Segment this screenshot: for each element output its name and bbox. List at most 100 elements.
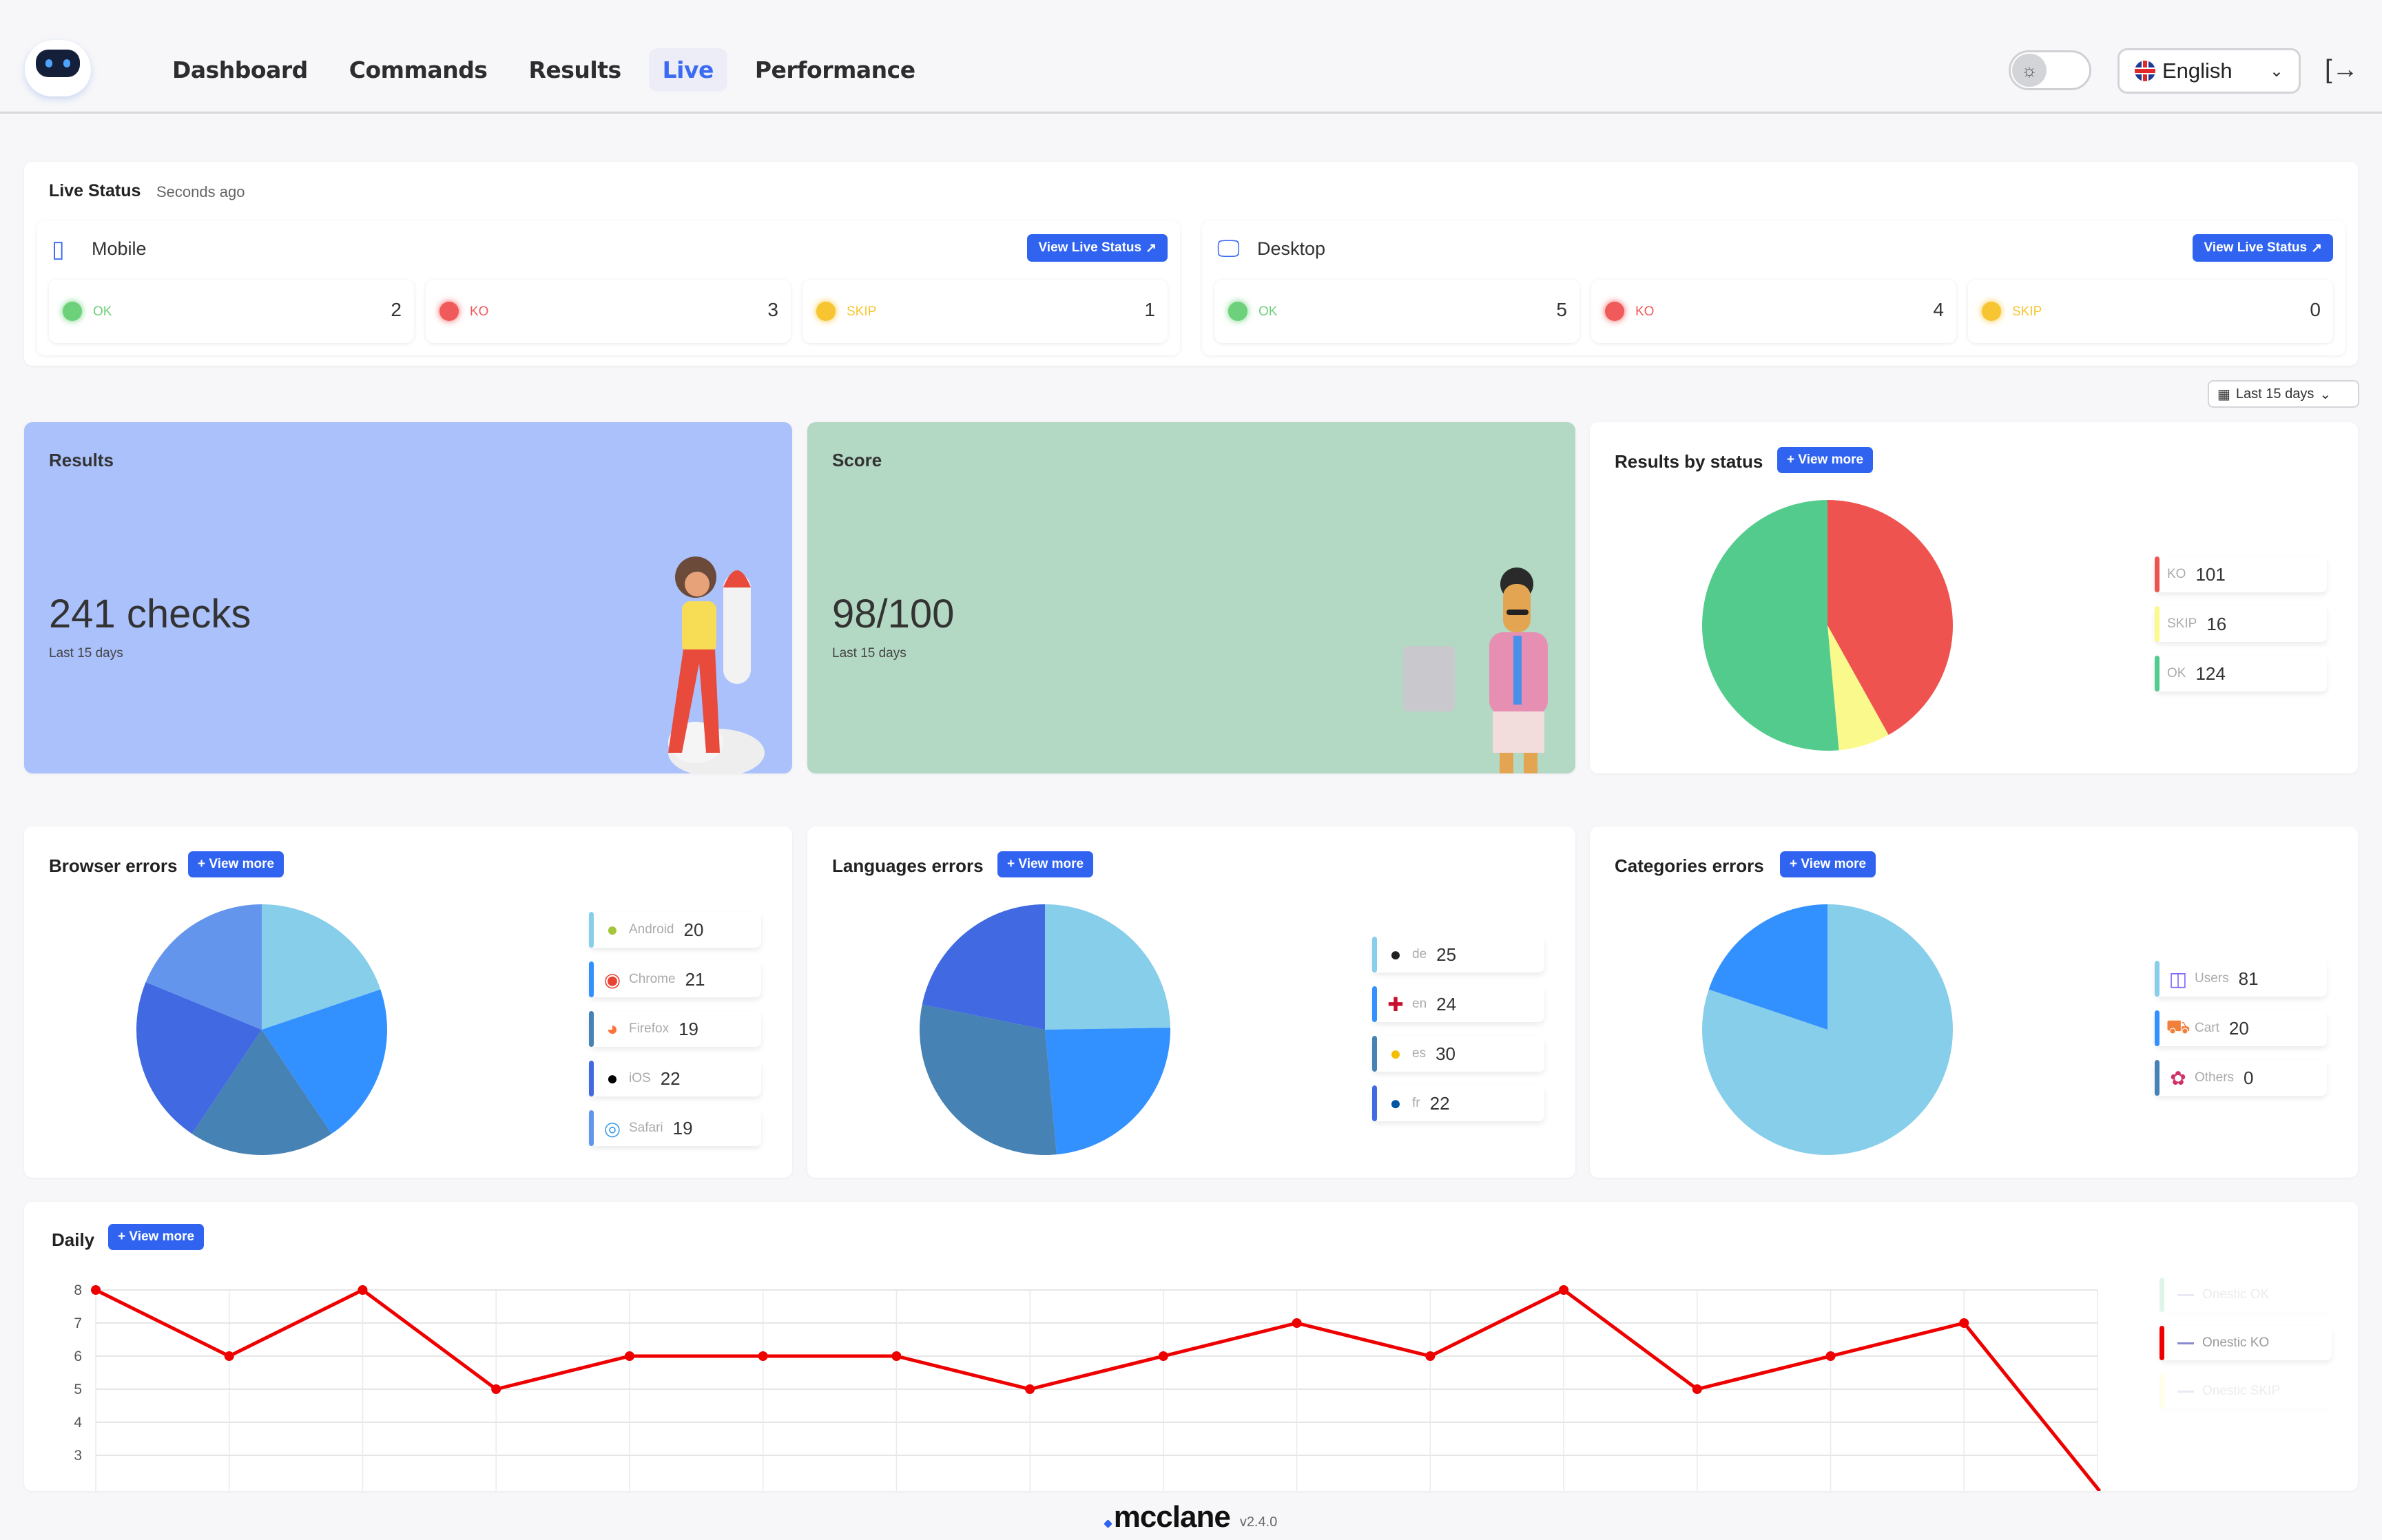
legend-color-bar [589, 1110, 594, 1146]
data-point[interactable] [224, 1351, 234, 1361]
date-range-label: Last 15 days [2235, 386, 2314, 402]
data-point[interactable] [91, 1285, 101, 1295]
status-dot-ko [1605, 302, 1624, 321]
view-live-status-button[interactable]: View Live Status ↗ [2193, 234, 2333, 262]
legend-item-ios[interactable]: ● iOS 22 [589, 1061, 761, 1096]
nav-commands[interactable]: Commands [335, 48, 501, 92]
legend-label: KO [2167, 567, 2186, 581]
data-point[interactable] [491, 1384, 501, 1394]
data-point[interactable] [1425, 1351, 1436, 1361]
legend-item-ok[interactable]: OK 124 [2155, 656, 2327, 691]
nav-performance[interactable]: Performance [741, 48, 929, 92]
data-point[interactable] [891, 1351, 902, 1361]
legend-item-ko[interactable]: KO 101 [2155, 556, 2327, 592]
data-point[interactable] [1292, 1318, 1302, 1328]
y-tick-label: 8 [74, 1282, 82, 1298]
legend-label: Android [629, 922, 674, 937]
legend-item-chrome[interactable]: ◉ Chrome 21 [589, 961, 761, 997]
chrome-icon: ◉ [603, 968, 621, 990]
data-point[interactable] [624, 1351, 634, 1361]
legend-item-users[interactable]: ◫ Users 81 [2155, 961, 2327, 997]
logout-icon[interactable]: [→ [2325, 55, 2359, 85]
view-more-button[interactable]: + View more [997, 851, 1094, 877]
data-point[interactable] [1825, 1351, 1836, 1361]
legend-item-cart[interactable]: ⛟ Cart 20 [2155, 1010, 2327, 1046]
legend-item-onestic-skip[interactable]: Onestic SKIP [2160, 1374, 2332, 1408]
flag-fr-icon: ● [1389, 1092, 1402, 1114]
legend-item-android[interactable]: ● Android 20 [589, 912, 761, 948]
pie-slice-ok[interactable] [1702, 500, 1839, 751]
stat-value: 0 [2310, 299, 2321, 320]
legend-item-de[interactable]: ● de 25 [1372, 937, 1544, 972]
view-more-button[interactable]: + View more [188, 851, 284, 877]
status-pie-chart [1702, 500, 1953, 751]
legend-label: Chrome [629, 972, 676, 986]
language-select[interactable]: English ⌄ [2117, 48, 2301, 94]
daily-card: Daily + View more 345678 Onestic OK Onest… [24, 1202, 2358, 1491]
legend-item-firefox[interactable]: ◕ Firefox 19 [589, 1011, 761, 1047]
app-version: v2.4.0 [1239, 1514, 1278, 1530]
flag-es-icon: ● [1389, 1043, 1402, 1064]
nav-live[interactable]: Live [648, 48, 727, 92]
data-point[interactable] [1959, 1318, 1969, 1328]
device-name: Desktop [1257, 238, 1326, 259]
status-dot-ok [1228, 302, 1247, 321]
footer: mcclane v2.4.0 [0, 1495, 2382, 1540]
flag-uk-icon: ✚ [1387, 993, 1404, 1015]
legend-item-es[interactable]: ● es 30 [1372, 1036, 1544, 1072]
external-link-icon: ↗ [1146, 240, 1157, 256]
man-with-laptop-illustration [1403, 568, 1548, 773]
legend-label: Onestic KO [2202, 1335, 2270, 1350]
legend-item-en[interactable]: ✚ en 24 [1372, 986, 1544, 1022]
status-dot-ok [63, 302, 82, 321]
results-kpi-card: Results 241 checks Last 15 days [24, 422, 792, 773]
live-status-subtitle: Seconds ago [156, 183, 245, 200]
sun-icon: ☼ [2012, 54, 2047, 87]
chart-title: Categories errors [1615, 855, 1764, 876]
stat-ok: OK 2 [49, 280, 414, 343]
stat-label: SKIP [2012, 304, 2042, 319]
data-point[interactable] [1158, 1351, 1168, 1361]
mobile-icon: ▯ [52, 236, 65, 262]
view-more-button[interactable]: + View more [1780, 851, 1876, 877]
data-point[interactable] [1559, 1285, 1569, 1295]
live-status-card: Live Status Seconds ago ▯ Mobile View Li… [24, 162, 2358, 366]
data-point[interactable] [358, 1285, 368, 1295]
nav-results[interactable]: Results [515, 48, 634, 92]
brand-dot-icon [1103, 1519, 1112, 1528]
legend-color-bar [2155, 1010, 2160, 1046]
kpi-value: 241 checks [49, 592, 251, 636]
pie-slice-de[interactable] [1045, 904, 1170, 1030]
legend-color-bar [2160, 1326, 2164, 1360]
theme-toggle[interactable]: ☼ [2009, 50, 2091, 90]
legend-item-others[interactable]: ✿ Others 0 [2155, 1060, 2327, 1096]
legend-label: Onestic OK [2202, 1287, 2270, 1302]
stat-label: KO [470, 304, 489, 319]
view-more-button[interactable]: + View more [1777, 447, 1874, 473]
nav-dashboard[interactable]: Dashboard [158, 48, 322, 92]
stat-label: OK [93, 304, 112, 319]
daily-legend: Onestic OK Onestic KO Onestic SKIP [2160, 1278, 2332, 1408]
device-panel-desktop: 🖵 Desktop View Live Status ↗ OK 5 KO 4 SK… [1202, 220, 2345, 355]
data-point[interactable] [1692, 1384, 1702, 1394]
legend-item-onestic-ok[interactable]: Onestic OK [2160, 1278, 2332, 1312]
y-tick-label: 7 [74, 1315, 82, 1331]
legend-value: 81 [2238, 968, 2259, 989]
chart-title: Results by status [1615, 451, 1763, 472]
data-point[interactable] [1025, 1384, 1035, 1394]
legend-item-onestic-ko[interactable]: Onestic KO [2160, 1326, 2332, 1360]
legend-item-skip[interactable]: SKIP 16 [2155, 606, 2327, 642]
legend-label: OK [2167, 666, 2186, 680]
date-range-select[interactable]: ▦ Last 15 days ⌄ [2208, 380, 2359, 408]
device-panel-mobile: ▯ Mobile View Live Status ↗ OK 2 KO 3 SKI… [37, 220, 1180, 355]
button-label: View Live Status [1038, 240, 1142, 255]
robot-logo-icon[interactable] [25, 40, 91, 96]
legend-item-fr[interactable]: ● fr 22 [1372, 1085, 1544, 1121]
legend-item-safari[interactable]: ◎ Safari 19 [589, 1110, 761, 1146]
data-point[interactable] [758, 1351, 768, 1361]
kpi-title: Results [49, 450, 114, 470]
flag-de-icon: ● [1389, 944, 1402, 965]
pie-slice-en[interactable] [1045, 1028, 1170, 1155]
users-icon: ◫ [2168, 968, 2188, 990]
view-live-status-button[interactable]: View Live Status ↗ [1027, 234, 1168, 262]
